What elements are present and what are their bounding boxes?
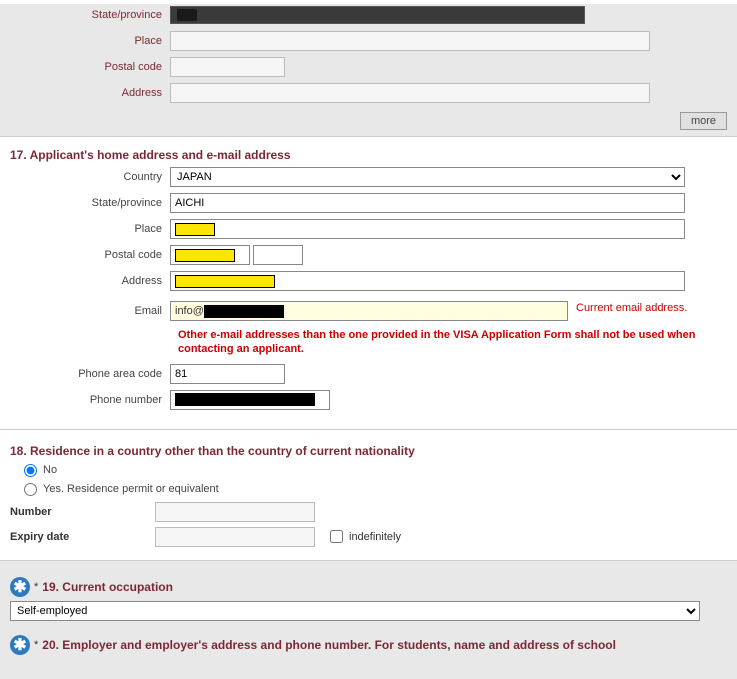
state-province-dark-field[interactable] <box>170 6 585 24</box>
section-18-heading: 18. Residence in a country other than th… <box>10 444 727 458</box>
redacted-phone <box>175 393 315 406</box>
postal-code-input-17b[interactable] <box>253 245 303 265</box>
area-code-input[interactable] <box>170 364 285 384</box>
indefinitely-label: indefinitely <box>349 531 401 543</box>
keyboard-icon <box>177 9 197 21</box>
section-19-20: ✱ * 19. Current occupation Self-employed… <box>0 560 737 679</box>
place-input[interactable] <box>170 31 650 51</box>
place-label: Place <box>10 35 170 47</box>
address-label: Address <box>10 87 170 99</box>
permit-expiry-input[interactable] <box>155 527 315 547</box>
required-star: * <box>34 581 38 593</box>
country-select[interactable]: JAPAN <box>170 167 685 187</box>
indefinitely-checkbox[interactable] <box>330 530 343 543</box>
email-input[interactable]: info@ <box>170 301 568 321</box>
section-20-heading: 20. Employer and employer's address and … <box>42 638 616 652</box>
residence-no-label: No <box>43 464 57 476</box>
section-17-heading: 17. Applicant's home address and e-mail … <box>10 148 727 162</box>
phone-number-input[interactable] <box>170 390 330 410</box>
required-asterisk-icon-20: ✱ <box>10 635 30 655</box>
required-asterisk-icon: ✱ <box>10 577 30 597</box>
permit-number-label: Number <box>10 506 155 518</box>
state-province-label-17: State/province <box>10 197 170 209</box>
residence-no-radio[interactable] <box>24 464 37 477</box>
address-input[interactable] <box>170 83 650 103</box>
residence-yes-radio[interactable] <box>24 483 37 496</box>
address-input-17[interactable] <box>170 271 685 291</box>
place-label-17: Place <box>10 223 170 235</box>
state-province-label: State/province <box>10 9 170 21</box>
redacted-place <box>175 223 215 236</box>
email-note-text: Other e-mail addresses than the one prov… <box>178 328 728 357</box>
permit-expiry-label: Expiry date <box>10 531 155 543</box>
email-prefix-text: info@ <box>175 305 204 317</box>
state-province-input-17[interactable] <box>170 193 685 213</box>
place-input-17[interactable] <box>170 219 685 239</box>
section-17: 17. Applicant's home address and e-mail … <box>0 136 737 425</box>
phone-number-label: Phone number <box>10 394 170 406</box>
email-label: Email <box>10 305 170 317</box>
required-star-20: * <box>34 639 38 651</box>
redacted-address <box>175 275 275 288</box>
postal-code-input[interactable] <box>170 57 285 77</box>
more-button[interactable]: more <box>680 112 727 130</box>
postal-code-label-17: Postal code <box>10 249 170 261</box>
residence-yes-label: Yes. Residence permit or equivalent <box>43 483 219 495</box>
email-hint-text: Current email address. <box>576 302 687 314</box>
separator <box>0 429 737 430</box>
redacted-postal <box>175 249 235 262</box>
section-18: 18. Residence in a country other than th… <box>0 434 737 560</box>
section-19-heading: 19. Current occupation <box>42 580 173 594</box>
occupation-select[interactable]: Self-employed <box>10 601 700 621</box>
country-label: Country <box>10 171 170 183</box>
prior-address-section: State/province Place Postal code Address… <box>0 4 737 136</box>
permit-number-input[interactable] <box>155 502 315 522</box>
redacted-email-domain <box>204 305 284 318</box>
address-label-17: Address <box>10 275 170 287</box>
postal-code-label: Postal code <box>10 61 170 73</box>
area-code-label: Phone area code <box>10 368 170 380</box>
postal-code-input-17[interactable] <box>170 245 250 265</box>
